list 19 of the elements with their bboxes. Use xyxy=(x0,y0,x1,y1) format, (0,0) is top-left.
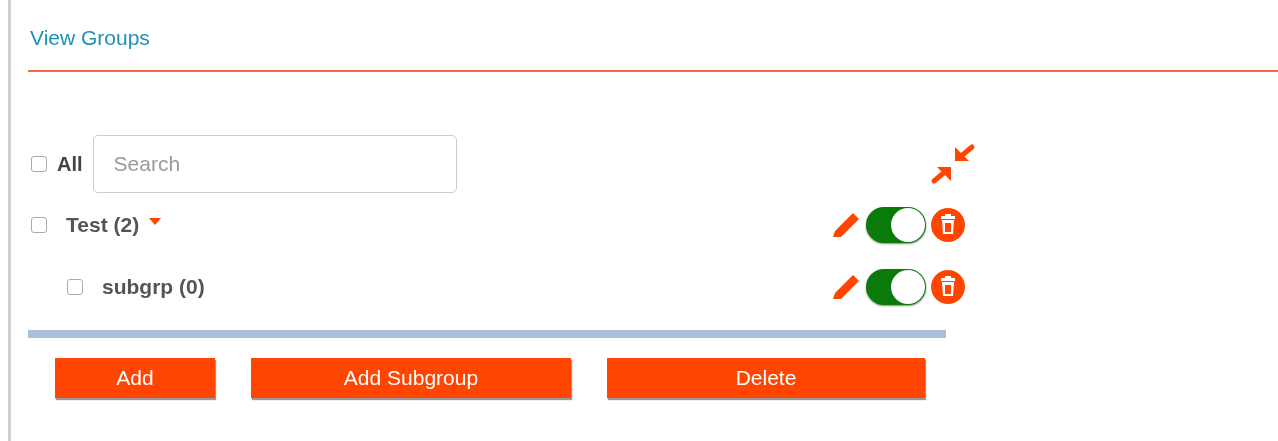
toggle-switch[interactable] xyxy=(866,207,926,243)
group-name[interactable]: Test (2) xyxy=(66,213,140,237)
checkbox[interactable] xyxy=(31,156,47,172)
page-title: View Groups xyxy=(30,26,151,51)
trash-icon[interactable] xyxy=(930,207,966,243)
pencil-icon[interactable] xyxy=(830,272,862,302)
toggle-switch[interactable] xyxy=(866,269,926,305)
action-button[interactable]: Delete xyxy=(607,358,925,398)
group-name[interactable]: subgrp (0) xyxy=(102,275,205,299)
checkbox[interactable] xyxy=(67,279,83,295)
pencil-icon[interactable] xyxy=(830,210,862,240)
action-button[interactable]: Add xyxy=(55,358,215,398)
checkbox[interactable] xyxy=(31,217,47,233)
search-field[interactable]: Search xyxy=(92,135,457,193)
collapse-icon[interactable] xyxy=(930,143,976,185)
action-button[interactable]: Add Subgroup xyxy=(251,358,571,398)
caret-icon[interactable] xyxy=(149,217,162,225)
select-all-label: All xyxy=(57,152,83,176)
trash-icon[interactable] xyxy=(930,269,966,305)
